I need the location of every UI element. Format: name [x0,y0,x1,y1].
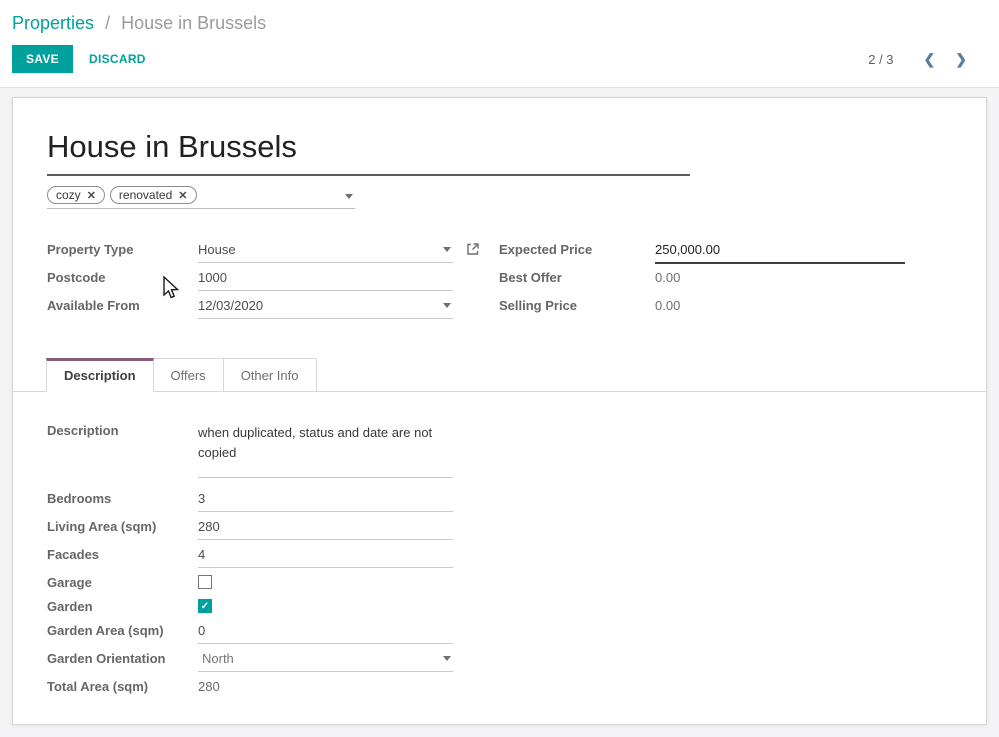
living-area-row: Living Area (sqm) 280 [47,515,952,543]
breadcrumb-separator: / [105,13,110,33]
tag-renovated: renovated ✕ [110,186,197,204]
expected-price-row: Expected Price 250,000.00 [499,238,952,266]
chevron-left-icon: ❮ [924,51,936,67]
available-from-value: 12/03/2020 [198,298,263,313]
control-panel-buttons-row: SAVE DISCARD 2 / 3 ❮ ❯ [12,45,987,73]
property-type-label: Property Type [47,238,198,257]
facades-input[interactable]: 4 [198,543,453,568]
bedrooms-input[interactable]: 3 [198,487,453,512]
postcode-row: Postcode 1000 [47,266,499,294]
bedrooms-value: 3 [198,491,205,506]
tab-nav: Description Offers Other Info [13,358,986,392]
tab-content-description: Description when duplicated, status and … [47,392,952,703]
tag-label: cozy [56,188,81,202]
pager-value: 2 / 3 [868,52,893,67]
chevron-down-icon[interactable] [345,194,353,199]
total-area-label: Total Area (sqm) [47,675,198,694]
living-area-label: Living Area (sqm) [47,515,198,534]
total-area-value: 280 [198,675,220,694]
garden-checkbox[interactable]: ✓ [198,599,212,613]
main-field-group: Property Type House Postcode 1000 Av [47,238,952,322]
postcode-label: Postcode [47,266,198,285]
garden-orientation-row: Garden Orientation North [47,647,952,675]
postcode-value: 1000 [198,270,227,285]
bedrooms-row: Bedrooms 3 [47,487,952,515]
notebook: Description Offers Other Info Descriptio… [47,358,952,703]
garden-row: Garden ✓ [47,595,952,619]
form-sheet: House in Brussels cozy ✕ renovated ✕ Pro… [12,97,987,725]
tag-remove-icon[interactable]: ✕ [87,189,96,202]
living-area-input[interactable]: 280 [198,515,453,540]
facades-label: Facades [47,543,198,562]
save-button[interactable]: SAVE [12,45,73,73]
pager: 2 / 3 ❮ ❯ [868,49,973,70]
selling-price-row: Selling Price 0.00 [499,294,952,322]
selling-price-label: Selling Price [499,294,655,313]
garden-orientation-value: North [198,651,234,666]
expected-price-label: Expected Price [499,238,655,257]
garden-area-row: Garden Area (sqm) 0 [47,619,952,647]
chevron-down-icon [443,303,451,308]
total-area-row: Total Area (sqm) 280 [47,675,952,703]
description-row: Description when duplicated, status and … [47,419,952,478]
available-from-input[interactable]: 12/03/2020 [198,294,453,319]
bedrooms-label: Bedrooms [47,487,198,506]
tab-offers[interactable]: Offers [153,358,224,391]
property-type-input[interactable]: House [198,238,453,263]
garage-label: Garage [47,571,198,590]
property-type-row: Property Type House [47,238,499,266]
tags-input[interactable]: cozy ✕ renovated ✕ [47,186,355,209]
pager-next-button[interactable]: ❯ [949,49,973,70]
tag-label: renovated [119,188,172,202]
postcode-input[interactable]: 1000 [198,266,453,291]
pager-previous-button[interactable]: ❮ [918,49,942,70]
control-panel: Properties / House in Brussels SAVE DISC… [0,0,999,88]
tag-remove-icon[interactable]: ✕ [178,189,187,202]
external-link-icon[interactable] [466,242,480,261]
selling-price-value: 0.00 [655,294,680,313]
property-type-value: House [198,242,236,257]
discard-button[interactable]: DISCARD [77,45,158,73]
garage-row: Garage [47,571,952,595]
breadcrumb-current: House in Brussels [121,13,266,33]
available-from-row: Available From 12/03/2020 [47,294,499,322]
expected-price-input[interactable]: 250,000.00 [655,238,905,264]
garden-orientation-select[interactable]: North [198,647,453,672]
available-from-label: Available From [47,294,198,313]
description-textarea[interactable]: when duplicated, status and date are not… [198,419,453,478]
chevron-down-icon [443,656,451,661]
expected-price-value: 250,000.00 [655,242,720,257]
garden-area-label: Garden Area (sqm) [47,619,198,638]
breadcrumb-parent-link[interactable]: Properties [12,13,94,33]
description-label: Description [47,419,198,438]
garden-area-input[interactable]: 0 [198,619,453,644]
tab-other-info[interactable]: Other Info [223,358,317,391]
breadcrumb: Properties / House in Brussels [12,13,987,34]
tag-cozy: cozy ✕ [47,186,105,204]
tab-description[interactable]: Description [46,358,154,392]
chevron-right-icon: ❯ [955,51,967,67]
garden-area-value: 0 [198,623,205,638]
best-offer-label: Best Offer [499,266,655,285]
title-input[interactable]: House in Brussels [47,129,690,176]
garden-label: Garden [47,595,198,614]
garage-checkbox[interactable] [198,575,212,589]
chevron-down-icon [443,247,451,252]
best-offer-value: 0.00 [655,266,680,285]
garden-orientation-label: Garden Orientation [47,647,198,666]
best-offer-row: Best Offer 0.00 [499,266,952,294]
living-area-value: 280 [198,519,220,534]
facades-value: 4 [198,547,205,562]
facades-row: Facades 4 [47,543,952,571]
